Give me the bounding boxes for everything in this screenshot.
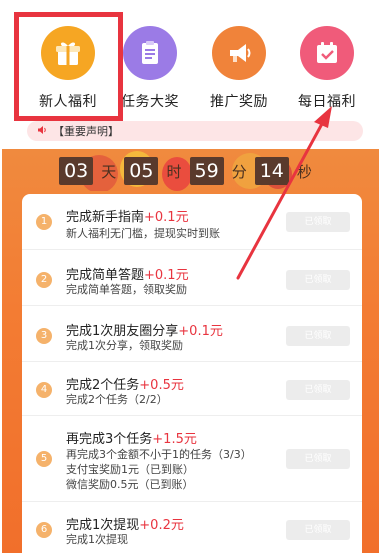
annotation-arrow — [236, 106, 332, 280]
